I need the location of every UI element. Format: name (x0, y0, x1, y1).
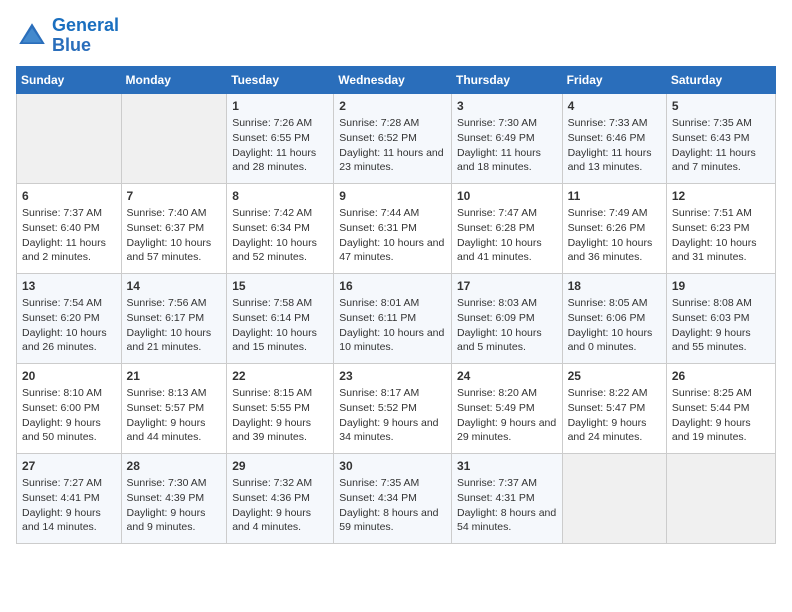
calendar-day-cell (121, 93, 227, 183)
calendar-day-cell: 8Sunrise: 7:42 AMSunset: 6:34 PMDaylight… (227, 183, 334, 273)
calendar-week-row: 6Sunrise: 7:37 AMSunset: 6:40 PMDaylight… (17, 183, 776, 273)
calendar-day-cell: 1Sunrise: 7:26 AMSunset: 6:55 PMDaylight… (227, 93, 334, 183)
day-number: 17 (457, 278, 557, 295)
calendar-week-row: 27Sunrise: 7:27 AMSunset: 4:41 PMDayligh… (17, 453, 776, 543)
calendar-day-cell: 19Sunrise: 8:08 AMSunset: 6:03 PMDayligh… (666, 273, 775, 363)
day-of-week-header: Friday (562, 66, 666, 93)
calendar-day-cell: 17Sunrise: 8:03 AMSunset: 6:09 PMDayligh… (451, 273, 562, 363)
calendar-day-cell: 24Sunrise: 8:20 AMSunset: 5:49 PMDayligh… (451, 363, 562, 453)
day-number: 11 (568, 188, 661, 205)
calendar-day-cell (17, 93, 122, 183)
day-of-week-header: Monday (121, 66, 227, 93)
day-number: 20 (22, 368, 116, 385)
calendar-day-cell: 25Sunrise: 8:22 AMSunset: 5:47 PMDayligh… (562, 363, 666, 453)
calendar-day-cell: 21Sunrise: 8:13 AMSunset: 5:57 PMDayligh… (121, 363, 227, 453)
day-number: 30 (339, 458, 446, 475)
day-number: 24 (457, 368, 557, 385)
calendar-day-cell: 15Sunrise: 7:58 AMSunset: 6:14 PMDayligh… (227, 273, 334, 363)
calendar-day-cell: 10Sunrise: 7:47 AMSunset: 6:28 PMDayligh… (451, 183, 562, 273)
day-of-week-header: Sunday (17, 66, 122, 93)
day-number: 12 (672, 188, 770, 205)
calendar-day-cell: 7Sunrise: 7:40 AMSunset: 6:37 PMDaylight… (121, 183, 227, 273)
calendar-day-cell: 5Sunrise: 7:35 AMSunset: 6:43 PMDaylight… (666, 93, 775, 183)
calendar-day-cell: 6Sunrise: 7:37 AMSunset: 6:40 PMDaylight… (17, 183, 122, 273)
calendar-day-cell: 27Sunrise: 7:27 AMSunset: 4:41 PMDayligh… (17, 453, 122, 543)
day-number: 26 (672, 368, 770, 385)
day-of-week-header: Thursday (451, 66, 562, 93)
calendar-week-row: 1Sunrise: 7:26 AMSunset: 6:55 PMDaylight… (17, 93, 776, 183)
day-number: 2 (339, 98, 446, 115)
calendar-day-cell: 23Sunrise: 8:17 AMSunset: 5:52 PMDayligh… (334, 363, 452, 453)
calendar-day-cell: 11Sunrise: 7:49 AMSunset: 6:26 PMDayligh… (562, 183, 666, 273)
day-number: 27 (22, 458, 116, 475)
day-number: 5 (672, 98, 770, 115)
day-number: 18 (568, 278, 661, 295)
calendar-day-cell: 29Sunrise: 7:32 AMSunset: 4:36 PMDayligh… (227, 453, 334, 543)
day-number: 4 (568, 98, 661, 115)
calendar-day-cell: 20Sunrise: 8:10 AMSunset: 6:00 PMDayligh… (17, 363, 122, 453)
logo: General Blue (16, 16, 119, 56)
calendar-day-cell: 3Sunrise: 7:30 AMSunset: 6:49 PMDaylight… (451, 93, 562, 183)
day-number: 22 (232, 368, 328, 385)
day-number: 31 (457, 458, 557, 475)
day-number: 21 (127, 368, 222, 385)
day-number: 25 (568, 368, 661, 385)
calendar-week-row: 20Sunrise: 8:10 AMSunset: 6:00 PMDayligh… (17, 363, 776, 453)
day-number: 1 (232, 98, 328, 115)
logo-text: General Blue (52, 16, 119, 56)
calendar-day-cell: 12Sunrise: 7:51 AMSunset: 6:23 PMDayligh… (666, 183, 775, 273)
day-number: 6 (22, 188, 116, 205)
calendar-day-cell: 16Sunrise: 8:01 AMSunset: 6:11 PMDayligh… (334, 273, 452, 363)
day-number: 3 (457, 98, 557, 115)
calendar-day-cell: 9Sunrise: 7:44 AMSunset: 6:31 PMDaylight… (334, 183, 452, 273)
day-of-week-header: Saturday (666, 66, 775, 93)
calendar-day-cell: 31Sunrise: 7:37 AMSunset: 4:31 PMDayligh… (451, 453, 562, 543)
calendar-header-row: SundayMondayTuesdayWednesdayThursdayFrid… (17, 66, 776, 93)
calendar-day-cell: 13Sunrise: 7:54 AMSunset: 6:20 PMDayligh… (17, 273, 122, 363)
day-number: 16 (339, 278, 446, 295)
page-header: General Blue (16, 16, 776, 56)
day-number: 7 (127, 188, 222, 205)
calendar-day-cell: 28Sunrise: 7:30 AMSunset: 4:39 PMDayligh… (121, 453, 227, 543)
day-number: 19 (672, 278, 770, 295)
day-number: 10 (457, 188, 557, 205)
day-number: 29 (232, 458, 328, 475)
calendar-day-cell: 2Sunrise: 7:28 AMSunset: 6:52 PMDaylight… (334, 93, 452, 183)
calendar-day-cell: 14Sunrise: 7:56 AMSunset: 6:17 PMDayligh… (121, 273, 227, 363)
logo-icon (16, 20, 48, 52)
day-number: 28 (127, 458, 222, 475)
calendar-day-cell (562, 453, 666, 543)
day-number: 13 (22, 278, 116, 295)
day-of-week-header: Wednesday (334, 66, 452, 93)
calendar-day-cell: 22Sunrise: 8:15 AMSunset: 5:55 PMDayligh… (227, 363, 334, 453)
calendar-table: SundayMondayTuesdayWednesdayThursdayFrid… (16, 66, 776, 544)
calendar-week-row: 13Sunrise: 7:54 AMSunset: 6:20 PMDayligh… (17, 273, 776, 363)
day-number: 14 (127, 278, 222, 295)
day-number: 9 (339, 188, 446, 205)
calendar-day-cell (666, 453, 775, 543)
day-number: 23 (339, 368, 446, 385)
day-number: 15 (232, 278, 328, 295)
day-of-week-header: Tuesday (227, 66, 334, 93)
day-number: 8 (232, 188, 328, 205)
calendar-day-cell: 26Sunrise: 8:25 AMSunset: 5:44 PMDayligh… (666, 363, 775, 453)
calendar-day-cell: 18Sunrise: 8:05 AMSunset: 6:06 PMDayligh… (562, 273, 666, 363)
calendar-day-cell: 4Sunrise: 7:33 AMSunset: 6:46 PMDaylight… (562, 93, 666, 183)
calendar-day-cell: 30Sunrise: 7:35 AMSunset: 4:34 PMDayligh… (334, 453, 452, 543)
